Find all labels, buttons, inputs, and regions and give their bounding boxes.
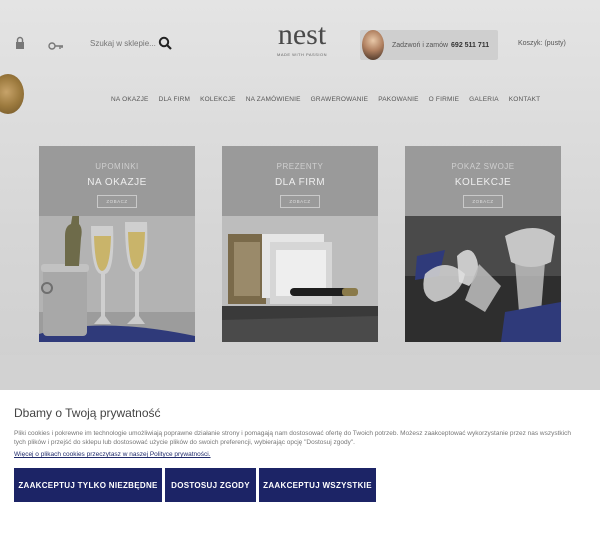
nav-item-pakowanie[interactable]: PAKOWANIE: [373, 96, 423, 103]
background-floor: [0, 355, 600, 390]
nav-item-o-firmie[interactable]: O FIRMIE: [424, 96, 465, 103]
search-icon[interactable]: [158, 36, 172, 50]
tile-kicker: POKAŻ SWOJE: [451, 162, 515, 171]
tile-kicker: PREZENTY: [276, 162, 324, 171]
nav-item-kolekcje[interactable]: KOLEKCJE: [195, 96, 241, 103]
nav-item-kontakt[interactable]: KONTAKT: [504, 96, 546, 103]
tile-button[interactable]: ZOBACZ: [97, 195, 137, 208]
cookie-text: Pliki cookies i pokrewne im technologie …: [14, 430, 571, 446]
tile-kolekcje[interactable]: POKAŻ SWOJE KOLEKCJE ZOBACZ: [405, 146, 561, 342]
nav-item-na-zamowienie[interactable]: NA ZAMÓWIENIE: [241, 96, 306, 103]
tile-title: DLA FIRM: [274, 177, 326, 188]
call-text: Zadzwoń i zamów: [392, 41, 449, 49]
logo-word: nest: [277, 18, 327, 51]
nav-item-dla-firm[interactable]: DLA FIRM: [154, 96, 196, 103]
crystal-collection-image: [405, 216, 561, 342]
nav-item-grawerowanie[interactable]: GRAWEROWANIE: [306, 96, 374, 103]
logo[interactable]: nest MADE WITH PASSION: [270, 18, 334, 58]
avatar: [362, 30, 384, 60]
page-background: nest MADE WITH PASSION Zadzwoń i zamów 6…: [0, 0, 600, 390]
tile-button[interactable]: ZOBACZ: [463, 195, 503, 208]
call-box[interactable]: Zadzwoń i zamów 692 511 711: [360, 30, 498, 60]
tile-button[interactable]: ZOBACZ: [280, 195, 320, 208]
tile-title: KOLEKCJE: [454, 177, 512, 188]
tile-title: NA OKAZJE: [87, 177, 147, 188]
cookie-title: Dbamy o Twoją prywatność: [14, 406, 161, 420]
tile-header: PREZENTY DLA FIRM ZOBACZ: [222, 146, 378, 216]
accept-all-button[interactable]: ZAAKCEPTUJ WSZYSTKIE: [259, 468, 376, 502]
tile-header: UPOMINKI NA OKAZJE ZOBACZ: [39, 146, 195, 216]
champagne-image: [39, 216, 195, 342]
tile-kicker: UPOMINKI: [95, 162, 139, 171]
header: nest MADE WITH PASSION Zadzwoń i zamów 6…: [0, 0, 600, 88]
main-nav: NA OKAZJE DLA FIRM KOLEKCJE NA ZAMÓWIENI…: [106, 96, 545, 103]
accept-necessary-button[interactable]: ZAAKCEPTUJ TYLKO NIEZBĘDNE: [14, 468, 162, 502]
cart-link[interactable]: Koszyk: (pusty): [518, 40, 566, 47]
key-icon[interactable]: [48, 38, 64, 50]
nav-item-galeria[interactable]: GALERIA: [464, 96, 504, 103]
cookie-banner: Dbamy o Twoją prywatność Pliki cookies i…: [0, 390, 600, 560]
tile-na-okazje[interactable]: UPOMINKI NA OKAZJE ZOBACZ: [39, 146, 195, 342]
lock-icon[interactable]: [14, 36, 26, 50]
customize-consents-button[interactable]: DOSTOSUJ ZGODY: [165, 468, 256, 502]
logo-tagline: MADE WITH PASSION: [277, 52, 327, 57]
tile-dla-firm[interactable]: PREZENTY DLA FIRM ZOBACZ: [222, 146, 378, 342]
search-input[interactable]: [90, 34, 160, 52]
call-phone[interactable]: 692 511 711: [451, 42, 489, 49]
desk-set-image: [222, 216, 378, 342]
tile-header: POKAŻ SWOJE KOLEKCJE ZOBACZ: [405, 146, 561, 216]
privacy-policy-link[interactable]: Więcej o plikach cookies przeczytasz w n…: [14, 451, 211, 458]
nav-item-na-okazje[interactable]: NA OKAZJE: [106, 96, 154, 103]
